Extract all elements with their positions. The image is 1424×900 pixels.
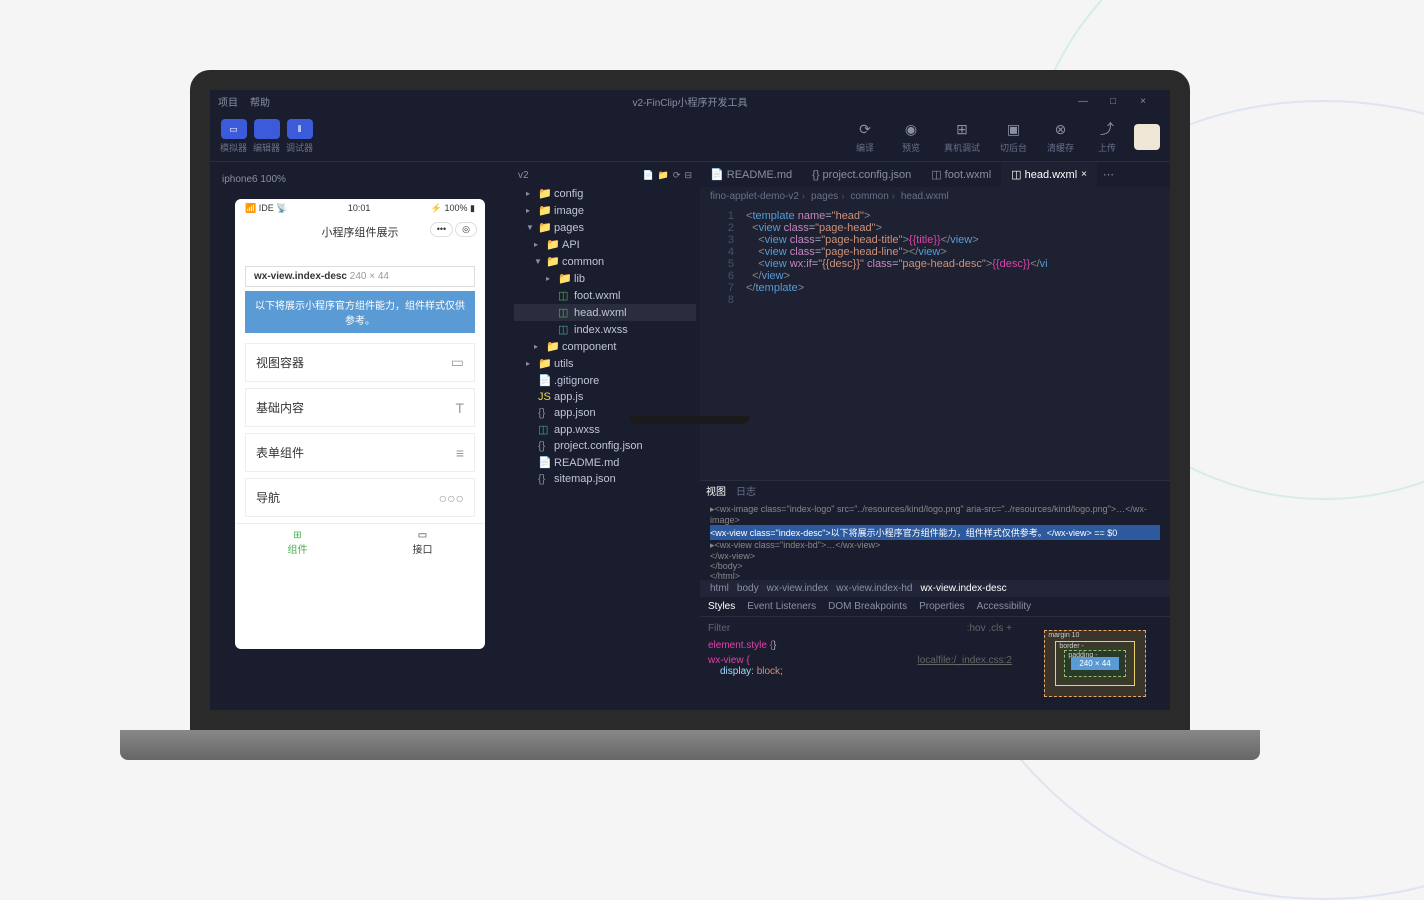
style-tab[interactable]: Event Listeners [747, 601, 816, 612]
simulator-device-label: iphone6 100% [218, 170, 502, 189]
collapse-icon[interactable]: ⊟ [684, 170, 692, 181]
file-node[interactable]: ▸📁image [514, 202, 696, 219]
devtools-tab-log[interactable]: 日志 [736, 483, 756, 498]
maximize-icon[interactable]: □ [1106, 96, 1120, 107]
simulator-panel: iphone6 100% 📶 IDE 📡 10:01 ⚡ 100% ▮ 小程序组… [210, 162, 510, 710]
list-item[interactable]: 导航○○○ [245, 478, 475, 517]
editor-tab[interactable]: 📄 README.md [700, 162, 802, 187]
file-node[interactable]: ▸📁API [514, 236, 696, 253]
toolbar-调试器[interactable]: ⫴调试器 [286, 119, 313, 154]
project-root[interactable]: v2 [518, 170, 529, 181]
status-battery: ⚡ 100% ▮ [431, 203, 475, 214]
menu-help[interactable]: 帮助 [250, 94, 270, 109]
editor-panel: 📄 README.md{} project.config.json◫ foot.… [700, 162, 1170, 710]
new-file-icon[interactable]: 📄 [642, 170, 653, 181]
window-title: v2-FinClip小程序开发工具 [632, 94, 747, 109]
toolbar: ▭模拟器编辑器⫴调试器 ⟳编译 ◉预览 ⊞真机调试 ▣切后台 ⊗清缓存 ⤴上传 [210, 112, 1170, 162]
toolbar-预览[interactable]: ◉预览 [898, 119, 924, 154]
toolbar-清缓存[interactable]: ⊗清缓存 [1047, 119, 1074, 154]
toolbar-模拟器[interactable]: ▭模拟器 [220, 119, 247, 154]
editor-tabs: 📄 README.md{} project.config.json◫ foot.… [700, 162, 1170, 187]
avatar[interactable] [1134, 124, 1160, 150]
style-hov[interactable]: :hov .cls + [967, 623, 1012, 634]
app-title: 小程序组件展示 ••• ◎ [235, 218, 485, 246]
editor-tab[interactable]: ◫ foot.wxml [921, 162, 1001, 187]
style-tab[interactable]: Properties [919, 601, 965, 612]
phone-tab[interactable]: ▭接口 [360, 524, 485, 562]
tab-close-icon[interactable]: × [1081, 169, 1087, 180]
toolbar-编译[interactable]: ⟳编译 [852, 119, 878, 154]
style-filter[interactable]: Filter [708, 623, 730, 634]
style-tab[interactable]: Accessibility [977, 601, 1031, 612]
file-node[interactable]: ◫head.wxml [514, 304, 696, 321]
refresh-icon[interactable]: ⟳ [673, 170, 681, 181]
css-rules[interactable]: Filter :hov .cls + element.style {}</spa… [700, 617, 1020, 710]
file-node[interactable]: {}sitemap.json [514, 471, 696, 487]
editor-tab[interactable]: {} project.config.json [802, 162, 921, 187]
status-time: 10:01 [348, 203, 371, 214]
menu-project[interactable]: 项目 [218, 94, 238, 109]
file-node[interactable]: ◫foot.wxml [514, 287, 696, 304]
laptop-frame: 项目 帮助 v2-FinClip小程序开发工具 — □ × ▭模拟器编辑器⫴调试… [160, 70, 1220, 770]
file-explorer[interactable]: v2 📄 📁 ⟳ ⊟ ▸📁config▸📁image▼📁pages▸📁API▼📁… [510, 162, 700, 710]
app-menu-icon[interactable]: ••• [430, 222, 453, 237]
style-tab[interactable]: DOM Breakpoints [828, 601, 907, 612]
status-carrier: 📶 IDE 📡 [245, 203, 287, 214]
editor-tab[interactable]: ◫ head.wxml × [1001, 162, 1097, 187]
list-item[interactable]: 视图容器▭ [245, 343, 475, 382]
new-folder-icon[interactable]: 📁 [658, 170, 669, 181]
file-node[interactable]: 📄README.md [514, 454, 696, 471]
app-close-icon[interactable]: ◎ [455, 222, 477, 237]
toolbar-切后台[interactable]: ▣切后台 [1000, 119, 1027, 154]
dom-breadcrumb[interactable]: htmlbodywx-view.indexwx-view.index-hdwx-… [700, 580, 1170, 597]
menubar: 项目 帮助 v2-FinClip小程序开发工具 — □ × [210, 90, 1170, 112]
highlighted-element[interactable]: 以下将展示小程序官方组件能力，组件样式仅供参考。 [245, 291, 475, 333]
breadcrumb[interactable]: fino-applet-demo-v2pagescommonhead.wxml [700, 187, 1170, 206]
file-node[interactable]: ▼📁common [514, 253, 696, 270]
dom-tree[interactable]: ▸<wx-image class="index-logo" src="../re… [700, 500, 1170, 580]
file-node[interactable]: 📄.gitignore [514, 372, 696, 389]
close-icon[interactable]: × [1136, 96, 1150, 107]
file-node[interactable]: ▸📁utils [514, 355, 696, 372]
minimize-icon[interactable]: — [1076, 96, 1090, 107]
toolbar-真机调试[interactable]: ⊞真机调试 [944, 119, 980, 154]
devtools: 视图 日志 ▸<wx-image class="index-logo" src=… [700, 480, 1170, 710]
code-editor[interactable]: 1<template name="head">2 <view class="pa… [700, 206, 1170, 480]
file-node[interactable]: ◫index.wxss [514, 321, 696, 338]
file-node[interactable]: ▼📁pages [514, 219, 696, 236]
file-node[interactable]: JSapp.js [514, 389, 696, 405]
style-tabs: Styles Event Listeners DOM Breakpoints Prop… [700, 597, 1170, 617]
phone-tab[interactable]: ⊞组件 [235, 524, 360, 562]
tab-more-icon[interactable]: ⋯ [1097, 162, 1120, 187]
toolbar-上传[interactable]: ⤴上传 [1094, 119, 1120, 154]
toolbar-编辑器[interactable]: 编辑器 [253, 119, 280, 154]
ide-window: 项目 帮助 v2-FinClip小程序开发工具 — □ × ▭模拟器编辑器⫴调试… [190, 70, 1190, 730]
file-node[interactable]: {}project.config.json [514, 438, 696, 454]
box-model: margin 10 border - padding - 240 × 44 [1020, 617, 1170, 710]
phone-preview[interactable]: 📶 IDE 📡 10:01 ⚡ 100% ▮ 小程序组件展示 ••• ◎ wx-… [235, 199, 485, 649]
file-node[interactable]: ▸📁component [514, 338, 696, 355]
file-node[interactable]: ▸📁config [514, 185, 696, 202]
list-item[interactable]: 基础内容T [245, 388, 475, 427]
inspector-tooltip: wx-view.index-desc 240 × 44 [245, 266, 475, 287]
file-node[interactable]: ▸📁lib [514, 270, 696, 287]
style-tab[interactable]: Styles [708, 601, 735, 612]
devtools-tab-view[interactable]: 视图 [706, 483, 726, 498]
list-item[interactable]: 表单组件≡ [245, 433, 475, 472]
